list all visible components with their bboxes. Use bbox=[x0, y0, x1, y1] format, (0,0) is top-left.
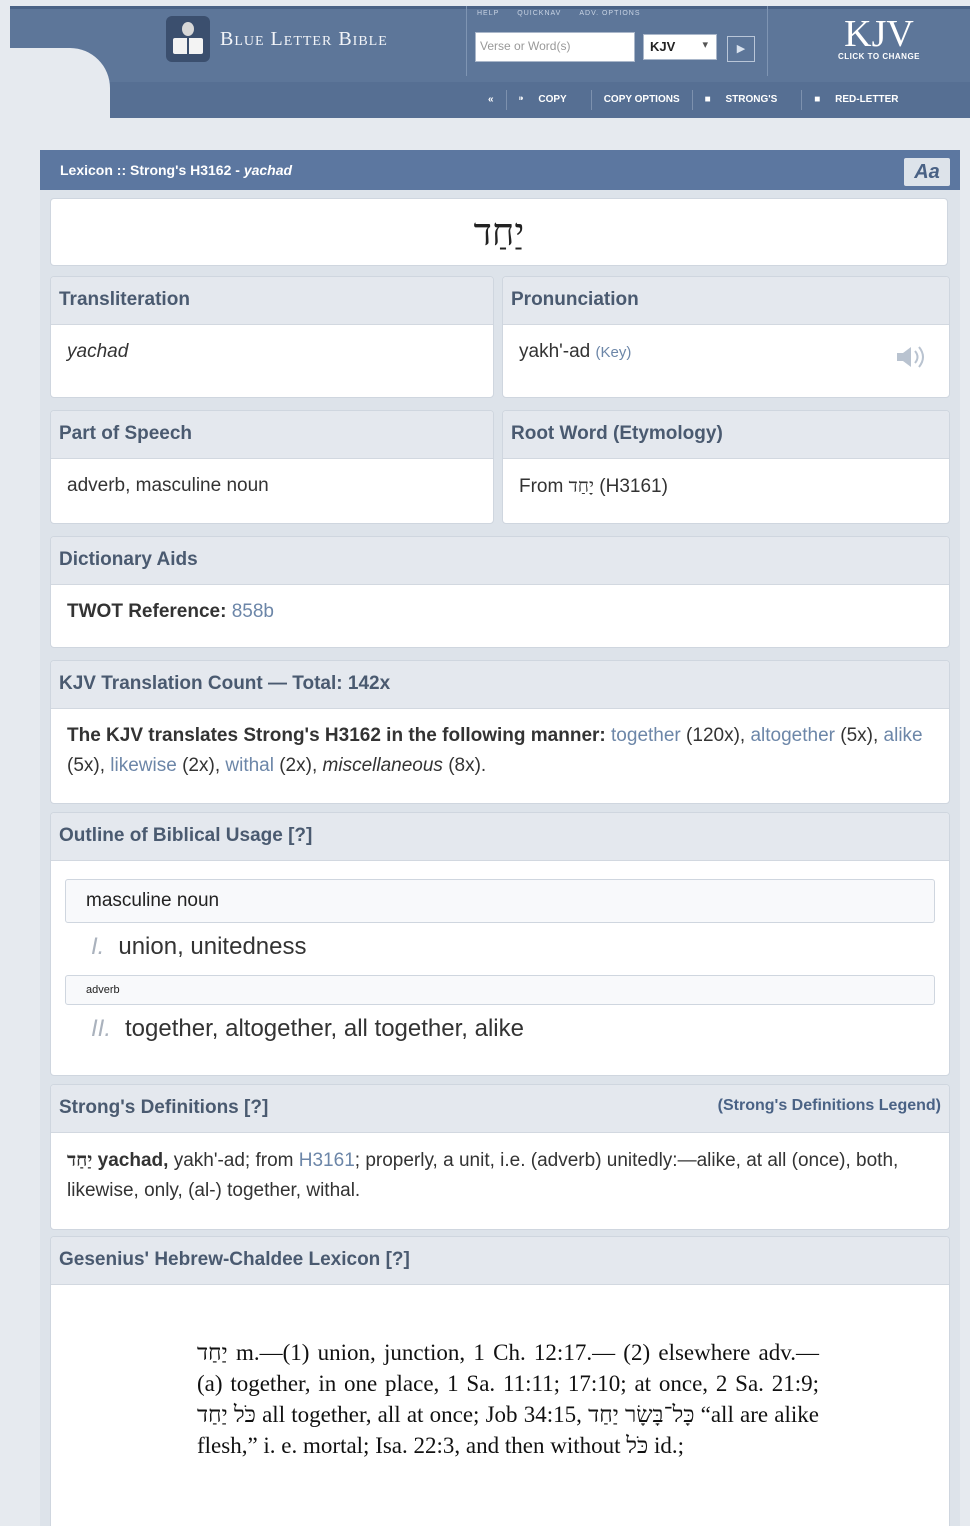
translation-count-misc: (8x). bbox=[448, 755, 487, 776]
strongs-text-part1: yakh'-ad; from bbox=[168, 1150, 299, 1171]
outline-number: I. bbox=[91, 933, 105, 960]
transliteration-value: yachad bbox=[67, 341, 129, 362]
version-select[interactable]: KJV ▾ bbox=[643, 34, 717, 60]
root-word-card: Root Word (Etymology) From יָחַד (H3161) bbox=[502, 410, 950, 524]
version-select-value: KJV bbox=[650, 39, 676, 54]
twot-label: TWOT Reference: bbox=[67, 601, 227, 622]
strongs-legend-link[interactable]: (Strong's Definitions Legend) bbox=[718, 1097, 941, 1120]
copy-options-button[interactable]: COPY OPTIONS bbox=[592, 90, 693, 110]
version-badge[interactable]: KJV CLICK TO CHANGE bbox=[838, 13, 921, 61]
transliteration-label: Transliteration bbox=[51, 277, 493, 325]
search-tabs: HELP QUICKNAV ADV. OPTIONS bbox=[477, 10, 641, 17]
translation-misc: miscellaneous bbox=[322, 755, 443, 776]
transliteration-card: Transliteration yachad bbox=[50, 276, 494, 398]
translation-count-likewise: (2x), bbox=[182, 755, 221, 776]
site-logo[interactable]: Blue Letter Bible bbox=[166, 16, 388, 62]
red-letter-toggle[interactable]: ■ RED-LETTER bbox=[802, 90, 922, 110]
part-of-speech-value: adverb, masculine noun bbox=[67, 475, 269, 496]
hebrew-headword: יַחַד bbox=[50, 198, 948, 266]
translation-count-label: KJV Translation Count — Total: 142x bbox=[51, 661, 949, 709]
strongs-hebrew: יַחַד bbox=[67, 1149, 93, 1171]
translation-count-altogether: (5x), bbox=[840, 725, 879, 746]
search-input[interactable]: Verse or Word(s) bbox=[475, 32, 635, 62]
copy-button[interactable]: ⁍ COPY bbox=[507, 90, 592, 110]
outline-card: Outline of Biblical Usage [?] masculine … bbox=[50, 812, 950, 1076]
strongs-word: yachad, bbox=[97, 1150, 169, 1171]
translation-link-likewise[interactable]: likewise bbox=[110, 755, 177, 776]
translation-count-together: (120x), bbox=[686, 725, 746, 746]
version-badge-hint: CLICK TO CHANGE bbox=[838, 52, 921, 61]
part-of-speech-card: Part of Speech adverb, masculine noun bbox=[50, 410, 494, 524]
logo-text: Blue Letter Bible bbox=[220, 27, 388, 50]
strongs-definitions-card: Strong's Definitions [?] (Strong's Defin… bbox=[50, 1084, 950, 1230]
translation-count-withal: (2x), bbox=[279, 755, 318, 776]
adv-options-link[interactable]: ADV. OPTIONS bbox=[579, 10, 640, 17]
translation-link-withal[interactable]: withal bbox=[225, 755, 274, 776]
tool-links: « ⁍ COPY COPY OPTIONS ■ STRONG'S ■ RED-L… bbox=[476, 90, 922, 110]
font-size-button[interactable]: Aa bbox=[904, 158, 950, 186]
gesenius-scan-text: יַחַד m.—(1) union, junction, 1 Ch. 12:1… bbox=[197, 1340, 819, 1458]
search-go-button[interactable]: ▶ bbox=[727, 36, 755, 62]
root-word-label: Root Word (Etymology) bbox=[503, 411, 949, 459]
translation-link-together[interactable]: together bbox=[611, 725, 681, 746]
quicknav-link[interactable]: QUICKNAV bbox=[517, 10, 561, 17]
outline-entry: II. together, altogether, all together, a… bbox=[51, 1005, 949, 1053]
outline-label[interactable]: Outline of Biblical Usage [?] bbox=[51, 813, 949, 861]
help-link[interactable]: HELP bbox=[477, 10, 499, 17]
translation-count-card: KJV Translation Count — Total: 142x The … bbox=[50, 660, 950, 804]
dictionary-aids-card: Dictionary Aids TWOT Reference: 858b bbox=[50, 536, 950, 648]
outline-pos-noun: masculine noun bbox=[65, 879, 935, 923]
outline-pos-adverb: adverb bbox=[65, 975, 935, 1005]
twot-link[interactable]: 858b bbox=[232, 601, 274, 622]
speaker-icon[interactable] bbox=[895, 343, 931, 371]
header-tab-curve bbox=[10, 48, 110, 120]
page: Blue Letter Bible HELP QUICKNAV ADV. OPT… bbox=[0, 0, 970, 1526]
root-word-hebrew[interactable]: יָחַד bbox=[569, 475, 594, 497]
collapse-button[interactable]: « bbox=[476, 90, 507, 110]
translation-link-alike[interactable]: alike bbox=[884, 725, 923, 746]
lexicon-title: Lexicon :: Strong's H3162 - yachad Aa bbox=[40, 150, 960, 190]
search-panel: HELP QUICKNAV ADV. OPTIONS Verse or Word… bbox=[466, 6, 768, 76]
outline-text: union, unitedness bbox=[118, 933, 307, 960]
gesenius-card: Gesenius' Hebrew-Chaldee Lexicon [?] יַח… bbox=[50, 1236, 950, 1526]
translation-count-alike: (5x), bbox=[67, 755, 105, 776]
root-word-ref[interactable]: (H3161) bbox=[599, 476, 668, 497]
strongs-ref-link[interactable]: H3161 bbox=[299, 1150, 355, 1171]
outline-entry: I. union, unitedness bbox=[51, 923, 949, 971]
gesenius-label[interactable]: Gesenius' Hebrew-Chaldee Lexicon [?] bbox=[51, 1237, 949, 1285]
translation-count-intro: The KJV translates Strong's H3162 in the… bbox=[67, 725, 606, 746]
part-of-speech-label: Part of Speech bbox=[51, 411, 493, 459]
pronunciation-value: yakh'-ad bbox=[519, 341, 591, 362]
strongs-definitions-label[interactable]: Strong's Definitions [?] bbox=[59, 1097, 268, 1120]
root-word-prefix: From bbox=[519, 476, 564, 497]
pronunciation-label: Pronunciation bbox=[503, 277, 949, 325]
pronunciation-card: Pronunciation yakh'-ad (Key) bbox=[502, 276, 950, 398]
outline-number: II. bbox=[91, 1015, 112, 1042]
translation-link-altogether[interactable]: altogether bbox=[750, 725, 835, 746]
pronunciation-key-link[interactable]: (Key) bbox=[596, 344, 632, 361]
version-badge-label: KJV bbox=[844, 13, 914, 55]
chevron-down-icon: ▾ bbox=[702, 39, 708, 51]
outline-text: together, altogether, all together, alik… bbox=[125, 1015, 524, 1042]
bible-reader-icon bbox=[166, 16, 210, 62]
strongs-toggle[interactable]: ■ STRONG'S bbox=[693, 90, 803, 110]
dictionary-aids-label: Dictionary Aids bbox=[51, 537, 949, 585]
